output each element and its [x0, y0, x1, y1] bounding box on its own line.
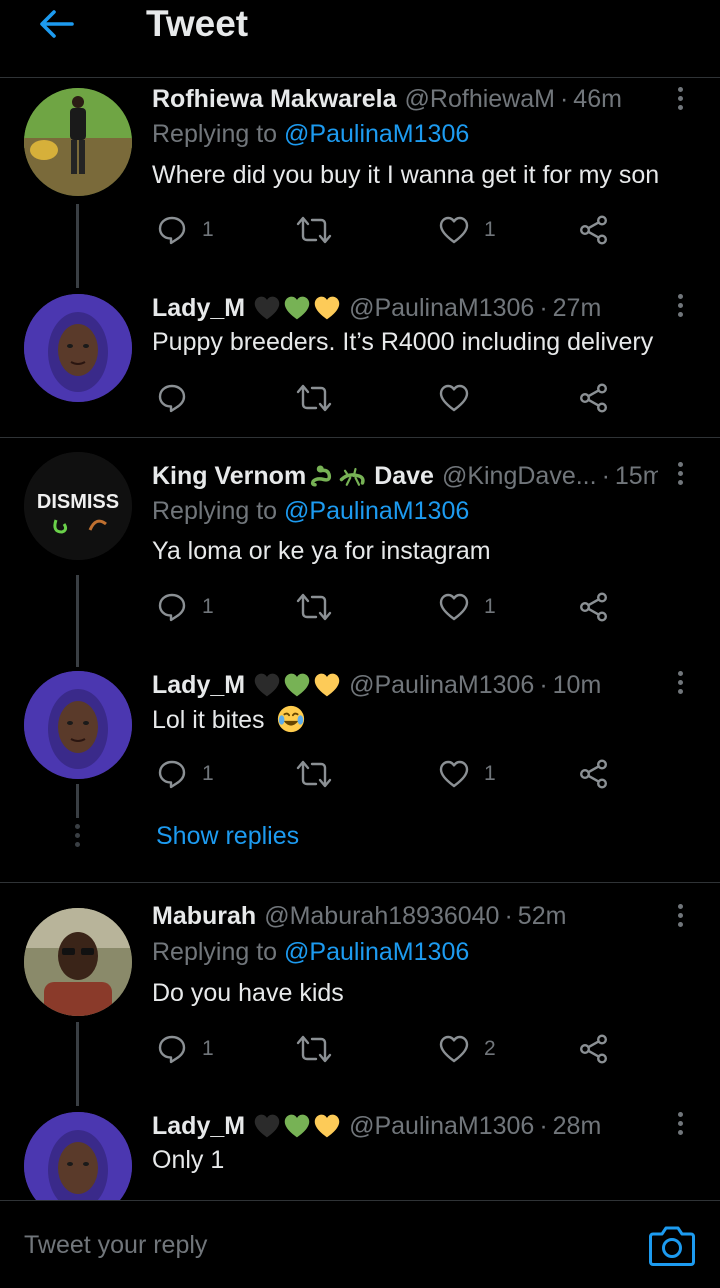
camera-icon[interactable]: [648, 1223, 696, 1267]
more-icon[interactable]: [668, 1106, 692, 1140]
separator-dot: ·: [539, 1111, 548, 1140]
black-heart-emoji: [253, 1112, 281, 1140]
tweet-header: Lady_M @PaulinaM1306 · 28m: [152, 1109, 658, 1143]
avatar[interactable]: [24, 1112, 132, 1200]
tweet-lady-m-3[interactable]: Lady_M @PaulinaM1306 · 28m Only 1: [0, 0, 720, 1200]
author-handle[interactable]: @PaulinaM1306: [349, 1112, 534, 1141]
tweet-text: Only 1: [152, 1146, 225, 1174]
tweet-time: 28m: [552, 1111, 602, 1140]
green-heart-emoji: [283, 1112, 311, 1140]
name-emojis: [253, 1112, 341, 1140]
yellow-heart-emoji: [313, 1112, 341, 1140]
reply-bar: [0, 1200, 720, 1288]
reply-input[interactable]: [24, 1225, 624, 1265]
author-name[interactable]: Lady_M: [152, 1112, 245, 1141]
